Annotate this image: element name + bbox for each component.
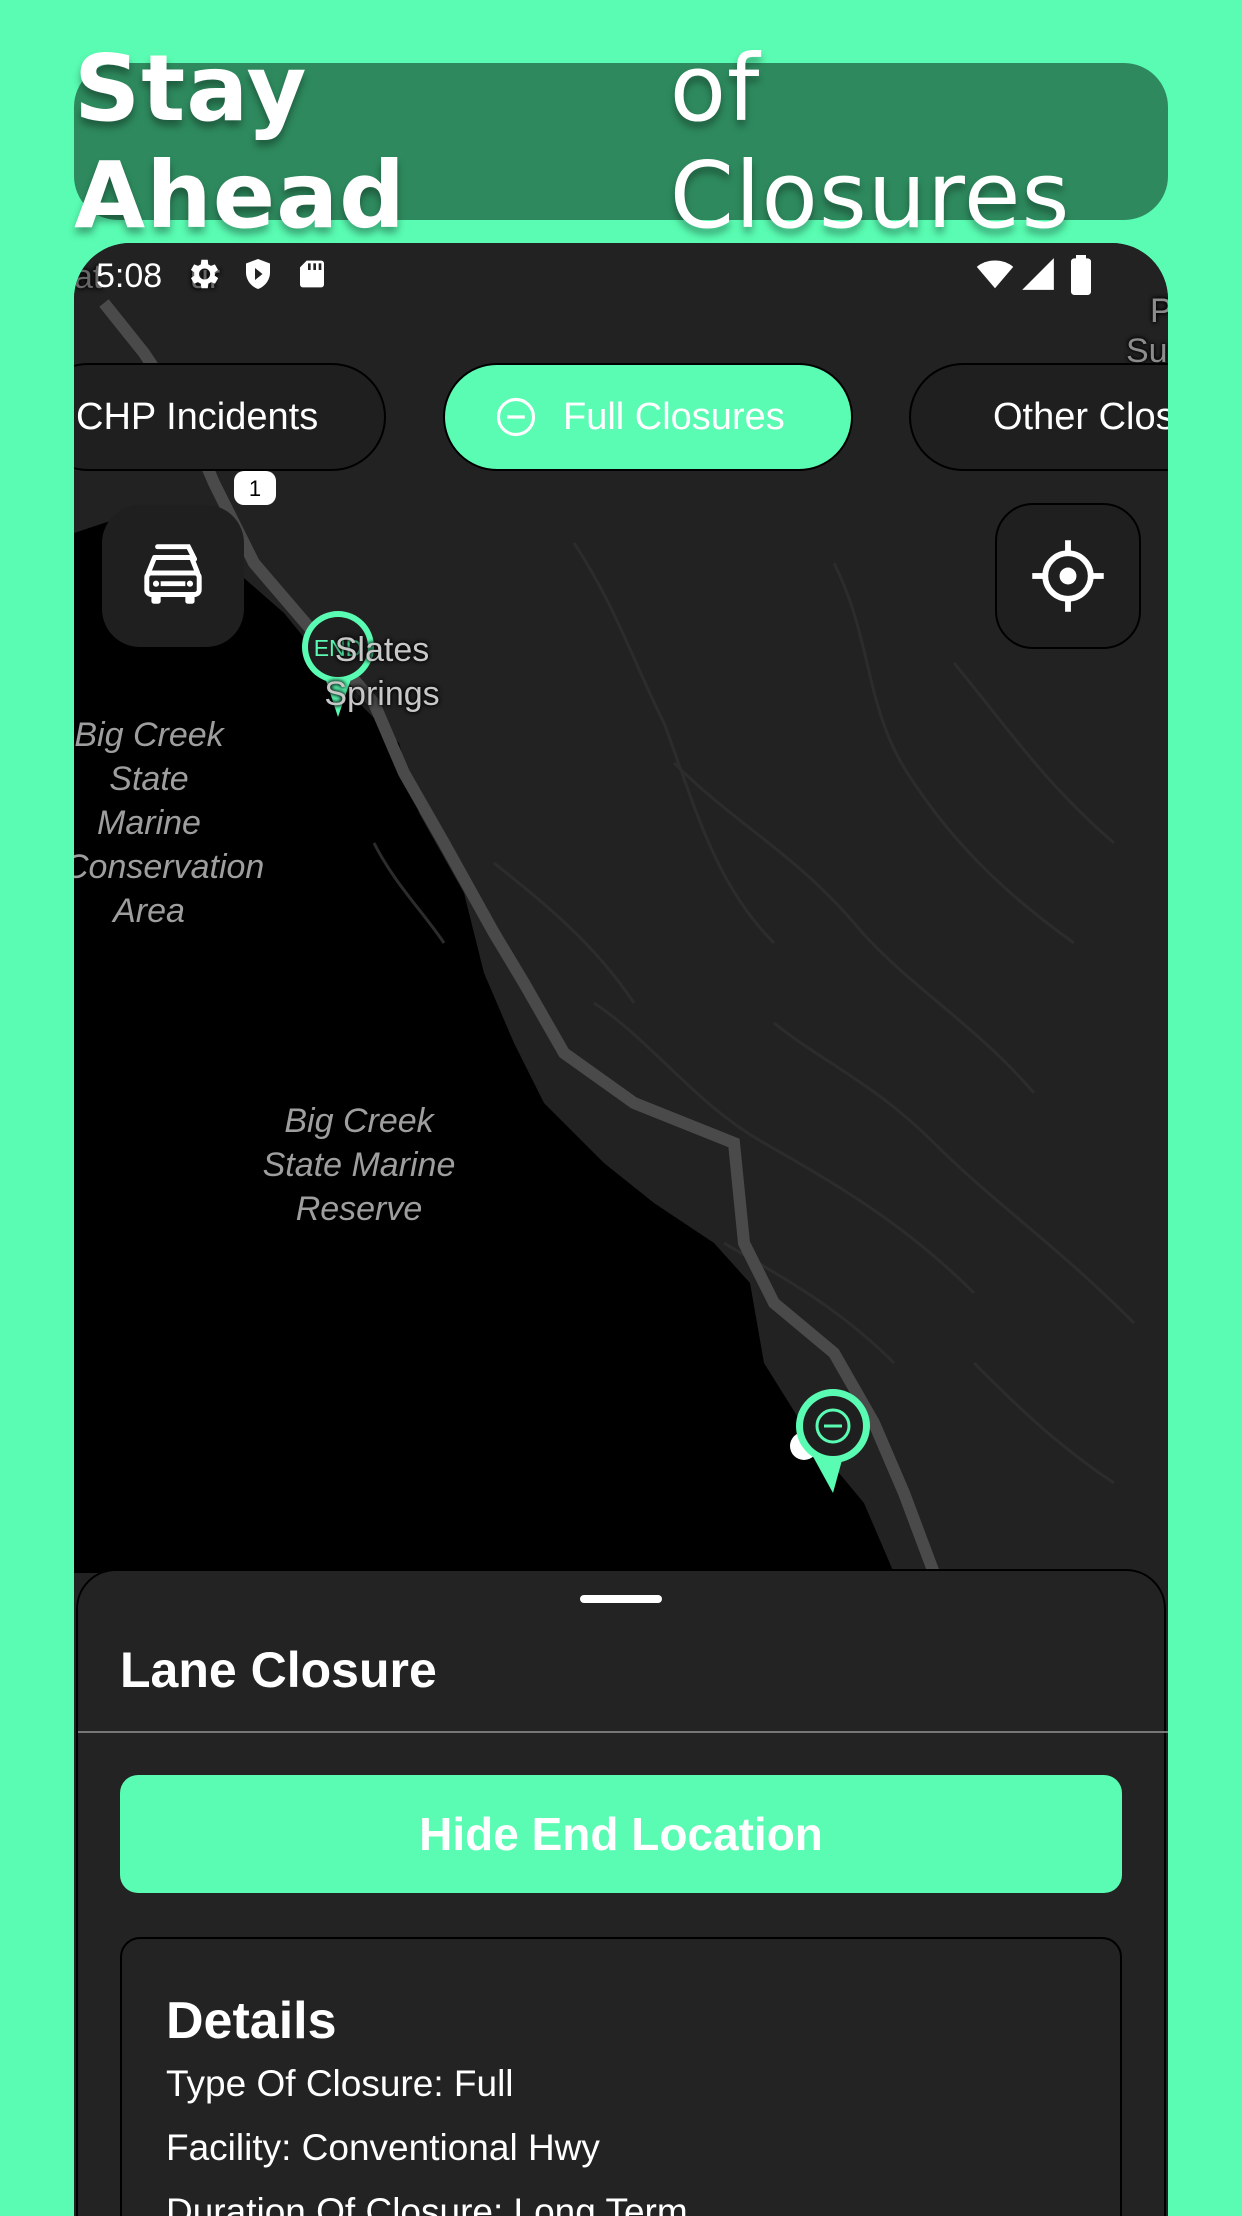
- sheet-divider: [78, 1731, 1168, 1733]
- status-time: 5:08: [96, 257, 163, 295]
- car-stack-icon: [144, 544, 202, 604]
- svg-text:1: 1: [249, 476, 261, 501]
- chip-label: CHP Incidents: [76, 395, 319, 438]
- status-bar: 5:08: [74, 243, 1168, 307]
- chip-chp-incidents[interactable]: CHP Incidents: [74, 363, 386, 471]
- battery-icon: [1071, 255, 1091, 295]
- minus-circle-icon: [496, 397, 536, 437]
- sd-card-icon: [300, 260, 324, 288]
- gear-icon: [190, 259, 219, 289]
- map-label-big-creek-conservation: Big Creek State Marine Conservation Area: [74, 716, 265, 930]
- detail-type-of-closure: Type Of Closure: Full: [166, 2063, 514, 2104]
- chip-label: Full Closures: [563, 395, 785, 438]
- banner-headline-light: of Closures: [669, 34, 1071, 249]
- wifi-icon: [976, 260, 1014, 289]
- closure-bottom-sheet: Lane Closure Hide End Location Details T…: [76, 1569, 1168, 2216]
- detail-duration: Duration Of Closure: Long Term: [166, 2191, 688, 2216]
- cell-signal-icon: [1022, 258, 1054, 290]
- details-card: Details Type Of Closure: Full Facility: …: [120, 1937, 1122, 2216]
- phone-screen: 1 END Slates Springs Big Creek State Mar…: [74, 243, 1168, 2216]
- my-location-button[interactable]: [995, 503, 1141, 649]
- promo-banner: Stay Ahead of Closures: [74, 35, 1168, 249]
- crosshair-icon: [1032, 540, 1104, 612]
- sheet-drag-handle[interactable]: [580, 1595, 662, 1603]
- detail-facility: Facility: Conventional Hwy: [166, 2127, 600, 2168]
- filter-chip-row: CHP Incidents Full Closures Other Closur…: [74, 363, 1168, 475]
- route-shield: 1: [234, 471, 276, 505]
- sheet-title: Lane Closure: [120, 1642, 437, 1698]
- hide-end-location-button[interactable]: Hide End Location: [120, 1775, 1122, 1893]
- map-label-big-creek-reserve: Big Creek State Marine Reserve: [262, 1102, 456, 1228]
- traffic-layer-button[interactable]: [102, 505, 244, 647]
- shield-play-icon: [246, 259, 270, 289]
- details-title: Details: [166, 1992, 337, 2050]
- chip-full-closures[interactable]: Full Closures: [443, 363, 853, 471]
- banner-headline-bold: Stay Ahead: [74, 34, 407, 249]
- map-label-slates-springs: Slates Springs: [324, 631, 440, 713]
- chip-label: Other Closures: [993, 395, 1168, 438]
- chip-other-closures[interactable]: Other Closures: [909, 363, 1168, 471]
